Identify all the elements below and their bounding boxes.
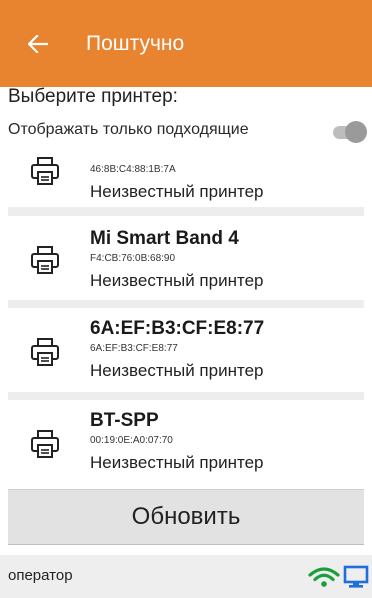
printer-icon [31, 338, 59, 366]
app-bar: Поштучно [0, 0, 372, 87]
printer-type: Неизвестный принтер [90, 361, 264, 380]
printer-list-item[interactable]: 46:8B:C4:88:1B:7A Неизвестный принтер [8, 152, 364, 207]
printer-mac: 00:19:0E:A0:07:70 [90, 435, 173, 446]
arrow-left-icon [28, 34, 48, 53]
status-user: оператор [8, 567, 73, 584]
printer-type: Неизвестный принтер [90, 182, 264, 201]
select-printer-heading: Выберите принтер: [8, 86, 178, 107]
printer-mac: F4:CB:76:0B:68:90 [90, 253, 176, 264]
monitor-icon [343, 565, 369, 588]
printer-name: Mi Smart Band 4 [90, 228, 239, 249]
printer-icon [31, 246, 59, 274]
printer-icon [31, 430, 59, 458]
printer-icon [31, 157, 59, 185]
printer-mac: 6A:EF:B3:CF:E8:77 [90, 343, 178, 354]
printer-type: Неизвестный принтер [90, 453, 264, 472]
printer-type: Неизвестный принтер [90, 271, 264, 290]
printer-name: BT-SPP [90, 410, 159, 431]
printer-name: 6A:EF:B3:CF:E8:77 [90, 318, 265, 339]
toggle-thumb [345, 121, 367, 143]
printer-mac: 46:8B:C4:88:1B:7A [90, 164, 176, 175]
refresh-button[interactable]: Обновить [8, 489, 364, 545]
printer-list-item[interactable]: 6A:EF:B3:CF:E8:77 6A:EF:B3:CF:E8:77 Неиз… [8, 308, 364, 392]
printer-list-item[interactable]: Mi Smart Band 4 F4:CB:76:0B:68:90 Неизве… [8, 216, 364, 300]
printer-list[interactable]: 46:8B:C4:88:1B:7A Неизвестный принтер Mi… [8, 152, 364, 486]
show-suitable-toggle[interactable] [333, 121, 367, 143]
back-button[interactable] [0, 0, 76, 87]
page-title: Поштучно [86, 31, 185, 55]
wifi-icon [308, 567, 340, 587]
filter-row: Отображать только подходящие [0, 117, 372, 149]
printer-list-item[interactable]: BT-SPP 00:19:0E:A0:07:70 Неизвестный при… [8, 400, 364, 486]
filter-label: Отображать только подходящие [8, 121, 249, 138]
status-bar: оператор [0, 555, 372, 598]
